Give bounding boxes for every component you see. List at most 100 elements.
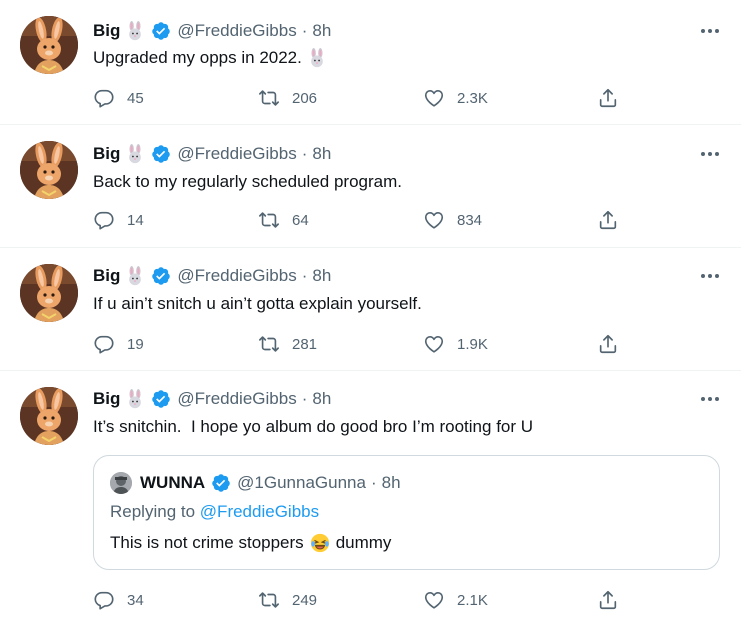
avatar[interactable] (20, 141, 78, 199)
retweet-button[interactable]: 64 (258, 209, 309, 231)
author-handle[interactable]: @FreddieGibbs (177, 266, 296, 286)
reply-button[interactable]: 34 (93, 589, 144, 611)
replying-to: Replying to @FreddieGibbs (110, 502, 319, 522)
tweet-header: Big @FreddieGibbs · 8h (93, 265, 331, 287)
more-options-icon[interactable] (699, 150, 721, 158)
tweet-header: Big @FreddieGibbs · 8h (93, 388, 331, 410)
reply-icon (93, 87, 115, 109)
reply-icon (93, 589, 115, 611)
author-name[interactable]: Big (93, 144, 120, 164)
tweet[interactable]: Big @FreddieGibbs · 8h If u ain’t snitch… (0, 248, 741, 370)
timestamp[interactable]: 8h (312, 266, 331, 286)
tweet-text: Back to my regularly scheduled program. (93, 172, 402, 191)
reply-icon (93, 209, 115, 231)
tweet-text-row: Upgraded my opps in 2022. (93, 47, 327, 69)
author-name[interactable]: Big (93, 389, 120, 409)
replying-to-prefix: Replying to (110, 502, 196, 521)
tweet[interactable]: Big @FreddieGibbs · 8h Upgraded my opps … (0, 0, 741, 124)
verified-badge-icon (151, 266, 171, 286)
author-handle[interactable]: @FreddieGibbs (177, 144, 296, 164)
like-button[interactable]: 1.9K (423, 333, 488, 355)
tweet-text: Upgraded my opps in 2022. (93, 48, 302, 67)
tweet-actions: 45 206 2.3K (93, 87, 633, 109)
rabbit-emoji-icon (307, 48, 327, 68)
timestamp[interactable]: 8h (312, 144, 331, 164)
retweet-count: 249 (292, 591, 318, 609)
replying-to-handle[interactable]: @FreddieGibbs (200, 502, 319, 521)
share-button[interactable] (597, 87, 619, 109)
share-button[interactable] (597, 209, 619, 231)
quoted-text-after: dummy (335, 533, 392, 552)
quoted-text-before: This is not crime stoppers (110, 533, 304, 552)
retweet-button[interactable]: 206 (258, 87, 317, 109)
separator-dot: · (301, 389, 308, 408)
reply-count: 34 (127, 591, 144, 609)
retweet-button[interactable]: 249 (258, 589, 317, 611)
tweet-actions: 19 281 1.9K (93, 333, 633, 355)
heart-icon (423, 87, 445, 109)
rabbit-emoji-icon (125, 144, 145, 164)
tweet-header: Big @FreddieGibbs · 8h (93, 20, 331, 42)
quoted-author-handle: @1GunnaGunna (237, 473, 366, 492)
verified-badge-icon (151, 21, 171, 41)
laughing-emoji-icon (309, 532, 331, 554)
avatar[interactable] (20, 264, 78, 322)
reply-count: 19 (127, 335, 144, 353)
like-count: 2.3K (457, 89, 488, 107)
tweet-text: It’s snitchin. I hope yo album do good b… (93, 417, 534, 436)
verified-badge-icon (151, 389, 171, 409)
like-button[interactable]: 2.3K (423, 87, 488, 109)
more-options-icon[interactable] (699, 272, 721, 280)
reply-icon (93, 333, 115, 355)
tweet-text-row: If u ain’t snitch u ain’t gotta explain … (93, 293, 422, 315)
like-button[interactable]: 2.1K (423, 589, 488, 611)
heart-icon (423, 209, 445, 231)
quoted-tweet-text-row: This is not crime stoppers dummy (110, 532, 391, 554)
reply-count: 45 (127, 89, 144, 107)
timestamp[interactable]: 8h (312, 389, 331, 409)
separator-dot: · (301, 266, 308, 285)
timestamp[interactable]: 8h (312, 21, 331, 41)
more-options-icon[interactable] (699, 27, 721, 35)
tweet-header: Big @FreddieGibbs · 8h (93, 143, 331, 165)
quoted-author-name: WUNNA (140, 473, 206, 492)
avatar[interactable] (20, 16, 78, 74)
author-handle[interactable]: @FreddieGibbs (177, 21, 296, 41)
retweet-button[interactable]: 281 (258, 333, 317, 355)
share-icon (597, 209, 619, 231)
retweet-count: 281 (292, 335, 318, 353)
author-name[interactable]: Big (93, 266, 120, 286)
rabbit-emoji-icon (125, 266, 145, 286)
reply-button[interactable]: 45 (93, 87, 144, 109)
quoted-tweet-header: WUNNA @1GunnaGunna · 8h (110, 472, 401, 494)
tweet-text-row: It’s snitchin. I hope yo album do good b… (93, 416, 533, 438)
more-options-icon[interactable] (699, 395, 721, 403)
tweet-actions: 34 249 2.1K (93, 589, 633, 611)
tweet[interactable]: Big @FreddieGibbs · 8h Back to my regula… (0, 125, 741, 247)
verified-badge-icon (211, 473, 231, 493)
share-button[interactable] (597, 589, 619, 611)
reply-count: 14 (127, 211, 144, 229)
retweet-count: 64 (292, 211, 309, 229)
separator-dot: · (370, 473, 377, 492)
rabbit-emoji-icon (125, 389, 145, 409)
author-handle[interactable]: @FreddieGibbs (177, 389, 296, 409)
heart-icon (423, 589, 445, 611)
quoted-avatar (110, 472, 132, 494)
like-button[interactable]: 834 (423, 209, 482, 231)
like-count: 2.1K (457, 591, 488, 609)
tweet-actions: 14 64 834 (93, 209, 633, 231)
retweet-icon (258, 209, 280, 231)
tweet-text: If u ain’t snitch u ain’t gotta explain … (93, 294, 422, 313)
reply-button[interactable]: 14 (93, 209, 144, 231)
reply-button[interactable]: 19 (93, 333, 144, 355)
share-button[interactable] (597, 333, 619, 355)
retweet-count: 206 (292, 89, 318, 107)
author-name[interactable]: Big (93, 21, 120, 41)
avatar[interactable] (20, 387, 78, 445)
like-count: 834 (457, 211, 483, 229)
verified-badge-icon (151, 144, 171, 164)
retweet-icon (258, 333, 280, 355)
quoted-tweet[interactable]: WUNNA @1GunnaGunna · 8h Replying to @Fre… (93, 455, 720, 570)
tweet-text-row: Back to my regularly scheduled program. (93, 171, 402, 193)
